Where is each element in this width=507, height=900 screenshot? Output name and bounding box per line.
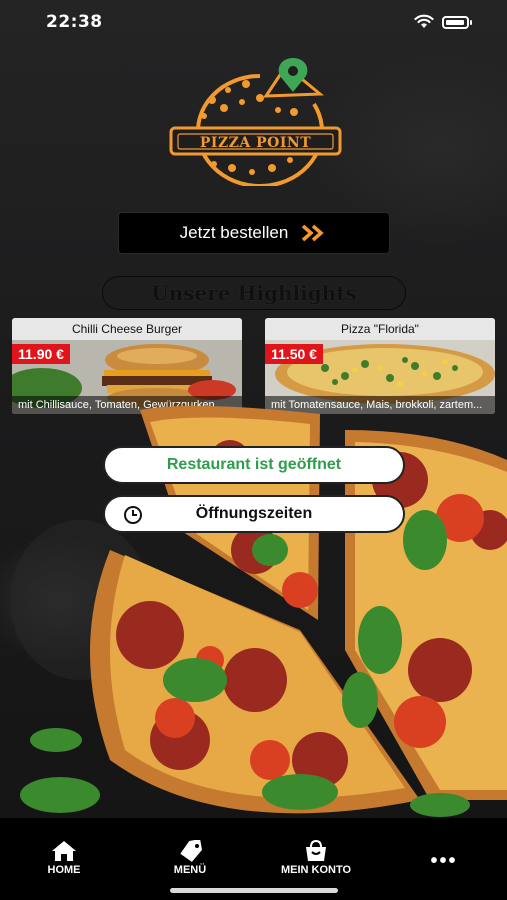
highlight-card-title: Chilli Cheese Burger [12,318,242,340]
wifi-icon [414,14,434,28]
tab-menu-label: MENÜ [173,864,207,876]
restaurant-open-status: Restaurant ist geöffnet [103,446,405,484]
tab-home[interactable]: HOME [38,840,90,876]
order-now-button[interactable]: Jetzt bestellen [118,212,390,254]
logo-text: PIZZA POINT [200,135,311,151]
highlights-heading: Unsere Highlights [102,276,406,310]
status-bar: 22:38 [0,0,507,46]
restaurant-open-label: Restaurant ist geöffnet [166,456,342,473]
highlight-card-title: Pizza "Florida" [265,318,495,340]
tab-more-label: ••• [430,850,458,872]
battery-tip [470,20,472,25]
highlights-title: Unsere Highlights [151,281,357,305]
price-badge: 11.50 € [265,344,323,364]
shopping-bag-icon [306,840,326,861]
tab-home-label: HOME [47,864,81,876]
more-icon[interactable]: ••• [424,850,464,873]
double-chevron-right-icon [302,224,325,242]
tab-menu[interactable]: MENÜ [163,840,217,876]
home-icon [52,841,76,861]
opening-hours-button[interactable]: Öffnungszeiten [103,495,405,533]
tag-icon [180,840,202,862]
tab-my-account-label: MEIN KONTO [280,864,352,876]
pizza-point-logo: PIZZA POINT [169,58,342,186]
opening-hours-label: Öffnungszeiten [195,505,313,522]
clock-icon [124,506,142,524]
battery-icon [442,16,469,29]
price-badge: 11.90 € [12,344,70,364]
status-time: 22:38 [46,12,103,32]
tab-my-account[interactable]: MEIN KONTO [268,840,364,876]
home-indicator [170,888,338,893]
order-now-label: Jetzt bestellen [179,223,289,242]
